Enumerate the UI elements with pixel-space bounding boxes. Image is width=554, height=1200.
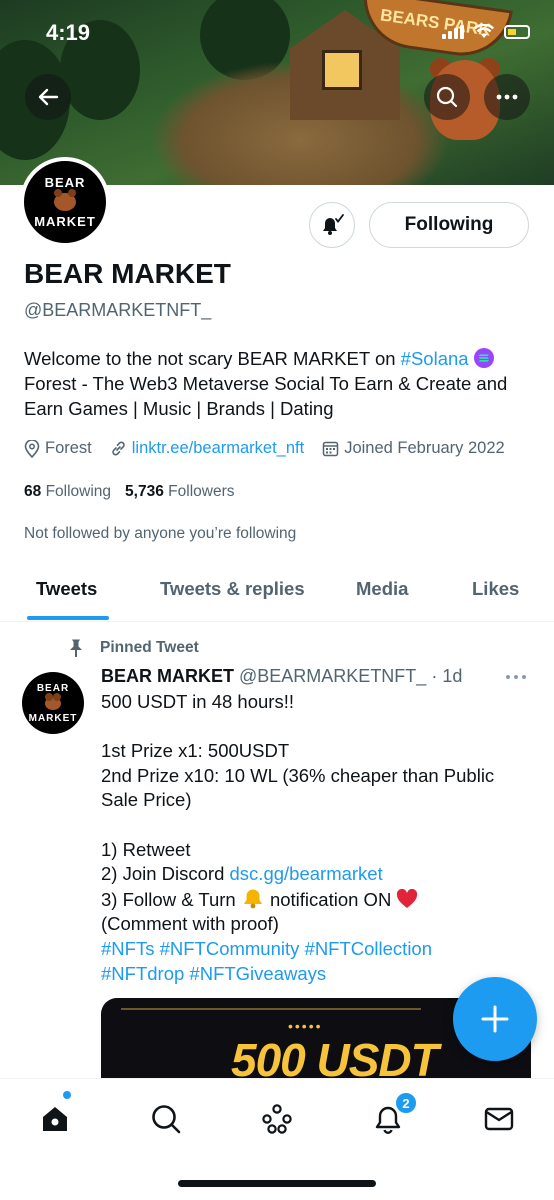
- more-dots-icon: [496, 94, 518, 100]
- notifications-toggle-button[interactable]: [309, 202, 355, 248]
- not-followed-note: Not followed by anyone you’re following: [24, 525, 297, 542]
- tweet-more-button[interactable]: [505, 664, 527, 685]
- following-count: 68: [24, 483, 42, 500]
- nav-home[interactable]: [35, 1099, 75, 1139]
- profile-avatar[interactable]: BEAR MARKET: [20, 157, 110, 247]
- nav-messages[interactable]: [479, 1099, 519, 1139]
- tab-tweets[interactable]: Tweets: [36, 578, 97, 600]
- bell-emoji-icon: [243, 889, 262, 909]
- tweet-text-span: 2) Join Discord: [101, 863, 230, 885]
- followers-label: Followers: [168, 483, 235, 500]
- back-button[interactable]: [25, 74, 71, 120]
- profile-bio: Welcome to the not scary BEAR MARKET on …: [24, 346, 534, 421]
- avatar-text-line1: BEAR: [44, 175, 86, 190]
- tab-likes[interactable]: Likes: [472, 578, 519, 600]
- arrow-left-icon: [38, 88, 59, 106]
- follow-stats: 68 Following 5,736 Followers: [24, 483, 234, 501]
- search-icon: [436, 86, 458, 108]
- tweet-line: 1st Prize x1: 500USDT: [101, 740, 290, 762]
- status-time: 4:19: [46, 20, 91, 45]
- avatar-text-line1: BEAR: [36, 682, 70, 694]
- media-frame-line: [121, 1008, 421, 1010]
- tweet-line: 3) Follow & Turn notification ON: [101, 887, 531, 913]
- mail-icon: [484, 1107, 514, 1131]
- location: Forest: [24, 439, 92, 458]
- active-tab-indicator: [27, 616, 109, 620]
- search-button[interactable]: [424, 74, 470, 120]
- tweet-author-handle[interactable]: @BEARMARKETNFT_: [239, 666, 426, 686]
- more-dots-icon: [506, 675, 526, 679]
- tweet-time: · 1d: [431, 666, 463, 686]
- avatar-text-line2: MARKET: [28, 712, 78, 724]
- tweet-line: 2) Join Discord dsc.gg/bearmarket: [101, 862, 531, 887]
- link-icon: [112, 441, 125, 456]
- bear-logo-icon: [54, 189, 76, 211]
- tweet-line: 1) Retweet: [101, 838, 191, 860]
- location-pin-icon: [24, 439, 40, 458]
- pinned-text: Pinned Tweet: [100, 639, 199, 656]
- discord-link[interactable]: dsc.gg/bearmarket: [230, 863, 383, 884]
- following-stat[interactable]: 68 Following: [24, 483, 111, 501]
- profile-meta: Forest linktr.ee/bearmarket_nft Joined F…: [24, 439, 505, 458]
- tab-tweets-replies[interactable]: Tweets & replies: [160, 578, 305, 600]
- profile-handle: @BEARMARKETNFT_: [24, 300, 212, 320]
- battery-icon: [504, 24, 530, 39]
- profile-tabs: Tweets Tweets & replies Media Likes: [0, 560, 554, 622]
- location-text: Forest: [45, 439, 92, 457]
- bio-text-continued: Forest - The Web3 Metaverse Social To Ea…: [24, 373, 508, 419]
- tweet-text: 500 USDT in 48 hours!! 1st Prize x1: 500…: [101, 690, 531, 986]
- tweet-author-name[interactable]: BEAR MARKET: [101, 666, 234, 686]
- tweet-text-span: 3) Follow & Turn: [101, 888, 241, 910]
- website-link[interactable]: linktr.ee/bearmarket_nft: [132, 439, 304, 458]
- notifications-badge: 2: [394, 1091, 418, 1115]
- tab-media[interactable]: Media: [356, 578, 408, 600]
- plus-icon: [481, 1005, 509, 1033]
- bio-text: Welcome to the not scary BEAR MARKET on: [24, 348, 401, 369]
- calendar-icon: [322, 441, 339, 457]
- nav-spaces[interactable]: [257, 1099, 297, 1139]
- more-options-button[interactable]: [484, 74, 530, 120]
- join-date: Joined February 2022: [322, 439, 505, 458]
- home-indicator-bar[interactable]: [178, 1180, 376, 1187]
- compose-tweet-button[interactable]: [453, 977, 537, 1061]
- following-button[interactable]: Following: [369, 202, 529, 248]
- home-icon: [43, 1107, 67, 1131]
- tweet-hashtags[interactable]: #NFTdrop #NFTGiveaways: [101, 962, 531, 987]
- pin-icon: [70, 639, 82, 657]
- nav-search[interactable]: [146, 1099, 186, 1139]
- search-icon: [152, 1105, 181, 1134]
- status-icons: [442, 24, 530, 39]
- wifi-icon: [474, 24, 494, 38]
- tweet-line: (Comment with proof): [101, 913, 279, 935]
- profile-name: BEAR MARKET: [24, 258, 231, 289]
- tweet-header: BEAR MARKET @BEARMARKETNFT_ · 1d: [101, 666, 462, 687]
- media-dots: •••••: [288, 1018, 323, 1034]
- tweet-avatar[interactable]: BEAR MARKET: [22, 672, 84, 734]
- tweet-text-span: notification ON: [264, 888, 397, 910]
- spaces-icon: [262, 1104, 292, 1134]
- home-new-content-dot: [63, 1091, 71, 1099]
- bio-hashtag-link[interactable]: #Solana: [401, 348, 469, 369]
- tweet-line: 500 USDT in 48 hours!!: [101, 691, 294, 712]
- bear-logo-icon: [45, 692, 61, 710]
- tweet-hashtags[interactable]: #NFTs #NFTCommunity #NFTCollection: [101, 937, 531, 962]
- following-label: Following: [45, 483, 112, 500]
- bell-check-icon: [323, 214, 344, 235]
- followers-stat[interactable]: 5,736 Followers: [125, 483, 234, 501]
- join-date-text: Joined February 2022: [344, 439, 505, 457]
- website[interactable]: linktr.ee/bearmarket_nft: [110, 439, 304, 458]
- tweet-line: 2nd Prize x10: 10 WL (36% cheaper than P…: [101, 764, 495, 811]
- avatar-text-line2: MARKET: [34, 214, 96, 229]
- cellular-signal-icon: [442, 24, 464, 39]
- pinned-label: Pinned Tweet: [66, 638, 199, 658]
- status-bar: 4:19: [0, 0, 554, 66]
- red-heart-emoji-icon: [397, 888, 418, 908]
- solana-icon: [473, 348, 494, 368]
- followers-count: 5,736: [125, 483, 164, 500]
